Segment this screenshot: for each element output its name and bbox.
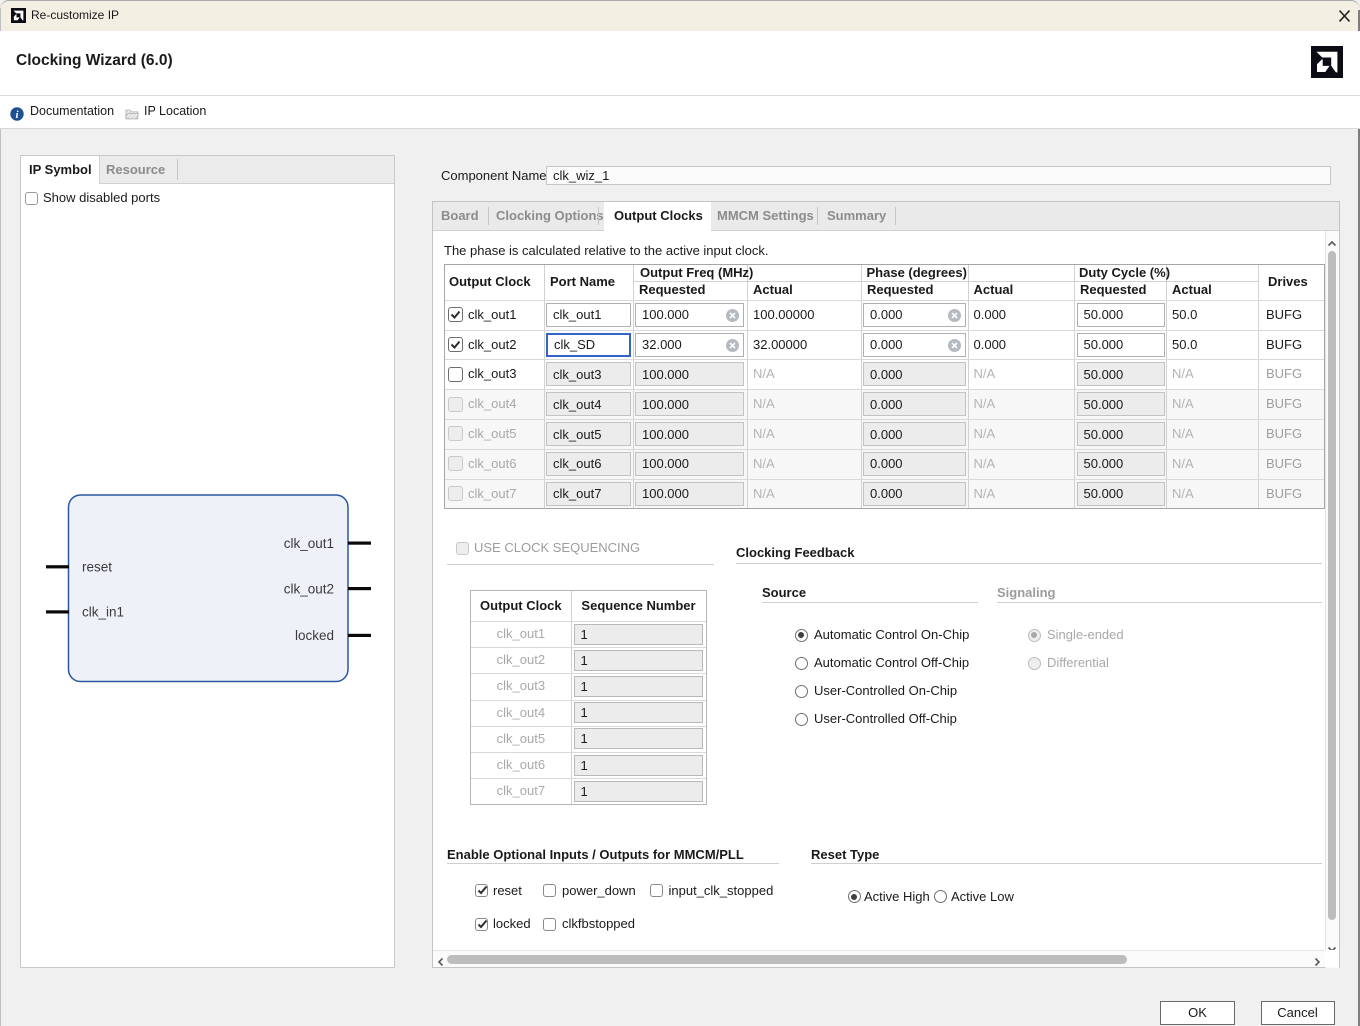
svg-text:clk_out2: clk_out2 — [284, 581, 334, 596]
svg-text:locked: locked — [295, 628, 334, 643]
svg-text:reset: reset — [82, 560, 112, 575]
svg-text:clk_in1: clk_in1 — [82, 605, 124, 620]
svg-text:clk_out1: clk_out1 — [284, 536, 334, 551]
